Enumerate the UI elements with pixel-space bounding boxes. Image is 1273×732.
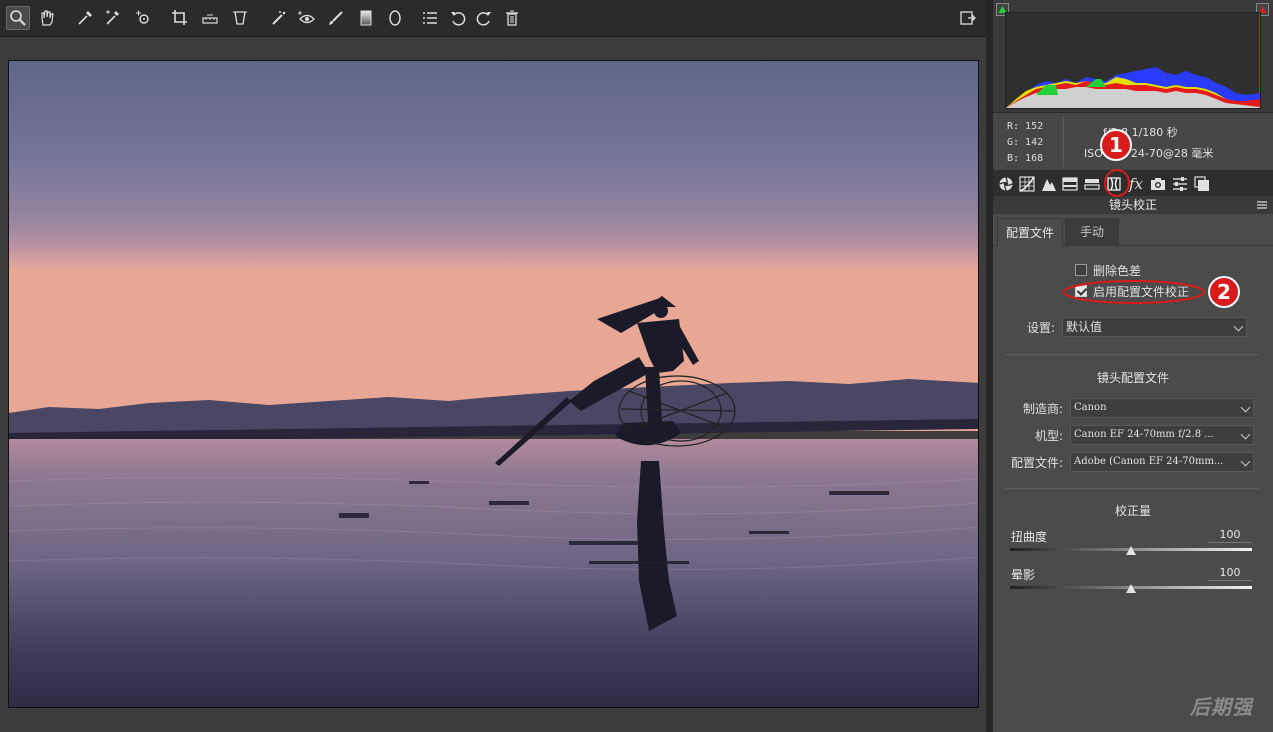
rgb-readout-b: B: 168: [1007, 153, 1044, 164]
toolbar: [0, 0, 986, 37]
annotation-badge-1: 1: [1100, 129, 1132, 161]
adjustment-brush-icon[interactable]: [324, 6, 348, 30]
remove-chromatic-aberration-checkbox[interactable]: [1075, 264, 1087, 276]
radial-filter-icon[interactable]: [383, 6, 407, 30]
make-dropdown[interactable]: Canon: [1070, 398, 1254, 418]
photo-preview[interactable]: [8, 60, 979, 708]
tab-manual[interactable]: 手动: [1065, 218, 1119, 246]
tab-snapshots-icon[interactable]: [1192, 174, 1212, 194]
targeted-adjustment-tool-icon[interactable]: [131, 6, 155, 30]
profile-dropdown[interactable]: Adobe (Canon EF 24-70mm...: [1070, 452, 1254, 472]
color-sampler-tool-icon[interactable]: [100, 6, 124, 30]
tab-tone-curve-icon[interactable]: [1017, 174, 1037, 194]
red-eye-tool-icon[interactable]: [294, 6, 318, 30]
settings-dropdown[interactable]: 默认值: [1062, 317, 1247, 337]
graduated-filter-icon[interactable]: [354, 6, 378, 30]
divider: [1005, 354, 1259, 355]
settings-dropdown-value: 默认值: [1066, 320, 1103, 334]
annotation-circle-lens-tab: [1104, 169, 1130, 197]
list-icon[interactable]: [418, 6, 442, 30]
crop-tool-icon[interactable]: [168, 6, 192, 30]
rgb-readout-r: R: 152: [1007, 121, 1044, 132]
settings-label: 设置:: [1026, 321, 1055, 335]
tab-camera-calibration-icon[interactable]: [1148, 174, 1168, 194]
vignetting-label: 晕影: [1011, 568, 1036, 582]
chevron-down-icon: [1240, 429, 1251, 440]
tab-basic-aperture-icon[interactable]: [996, 174, 1016, 194]
panel-menu-icon[interactable]: [1257, 199, 1267, 209]
profile-dropdown-value: Adobe (Canon EF 24-70mm...: [1074, 456, 1224, 467]
camera-raw-window: R: 152 G: 142 B: 168 f/2.8 1/180 秒 ISO 1…: [0, 0, 1273, 732]
model-dropdown-value: Canon EF 24-70mm f/2.8 ...: [1074, 429, 1214, 440]
lens-profile-section-title: 镜头配置文件: [1096, 371, 1169, 385]
pixel-info: R: 152 G: 142 B: 168 f/2.8 1/180 秒 ISO 1…: [993, 113, 1273, 170]
chevron-down-icon: [1240, 456, 1251, 467]
panel-title: 镜头校正: [993, 196, 1273, 214]
model-label: 机型:: [1034, 429, 1063, 443]
correction-amount-section-title: 校正量: [1114, 504, 1151, 518]
model-dropdown[interactable]: Canon EF 24-70mm f/2.8 ...: [1070, 425, 1254, 445]
rotate-left-icon[interactable]: [446, 6, 470, 30]
rgb-readout-g: G: 142: [1007, 137, 1044, 148]
panel-splitter[interactable]: [986, 0, 993, 732]
panel-tab-bar: fx: [993, 170, 1273, 196]
distortion-value[interactable]: 100: [1208, 528, 1252, 543]
make-dropdown-value: Canon: [1074, 402, 1107, 413]
zoom-tool-icon[interactable]: [6, 6, 30, 30]
tab-hsl-icon[interactable]: [1060, 174, 1080, 194]
annotation-ellipse-enable-profile: [1063, 280, 1205, 304]
spot-removal-tool-icon[interactable]: [267, 6, 291, 30]
watermark-logo: 后期强: [1190, 695, 1253, 719]
transform-tool-icon[interactable]: [228, 6, 252, 30]
histogram: [993, 0, 1273, 113]
distortion-label: 扭曲度: [1011, 530, 1048, 544]
hand-tool-icon[interactable]: [35, 6, 59, 30]
tab-split-toning-icon[interactable]: [1082, 174, 1102, 194]
lens-correction-subtabs: 配置文件 手动: [993, 214, 1273, 246]
adjustment-panel: R: 152 G: 142 B: 168 f/2.8 1/180 秒 ISO 1…: [993, 0, 1273, 732]
divider: [1005, 488, 1259, 489]
distortion-slider-thumb[interactable]: [1126, 546, 1136, 555]
info-divider: [1063, 117, 1064, 167]
annotation-badge-2: 2: [1208, 276, 1240, 308]
chevron-down-icon: [1240, 402, 1251, 413]
straighten-tool-icon[interactable]: [198, 6, 222, 30]
chevron-down-icon: [1233, 321, 1244, 332]
trash-icon[interactable]: [500, 6, 524, 30]
tab-presets-icon[interactable]: [1170, 174, 1190, 194]
image-canvas: [0, 37, 986, 732]
histogram-graph: [1005, 12, 1261, 109]
tab-detail-icon[interactable]: [1039, 174, 1059, 194]
white-balance-tool-icon[interactable]: [73, 6, 97, 30]
rotate-right-icon[interactable]: [472, 6, 496, 30]
tab-profile[interactable]: 配置文件: [997, 218, 1063, 246]
make-label: 制造商:: [1022, 402, 1063, 416]
profile-label: 配置文件:: [1010, 456, 1063, 470]
vignetting-value[interactable]: 100: [1208, 566, 1252, 581]
full-screen-toggle-icon[interactable]: [956, 6, 980, 30]
remove-chromatic-aberration-label: 删除色差: [1093, 264, 1142, 278]
vignetting-slider-thumb[interactable]: [1126, 584, 1136, 593]
